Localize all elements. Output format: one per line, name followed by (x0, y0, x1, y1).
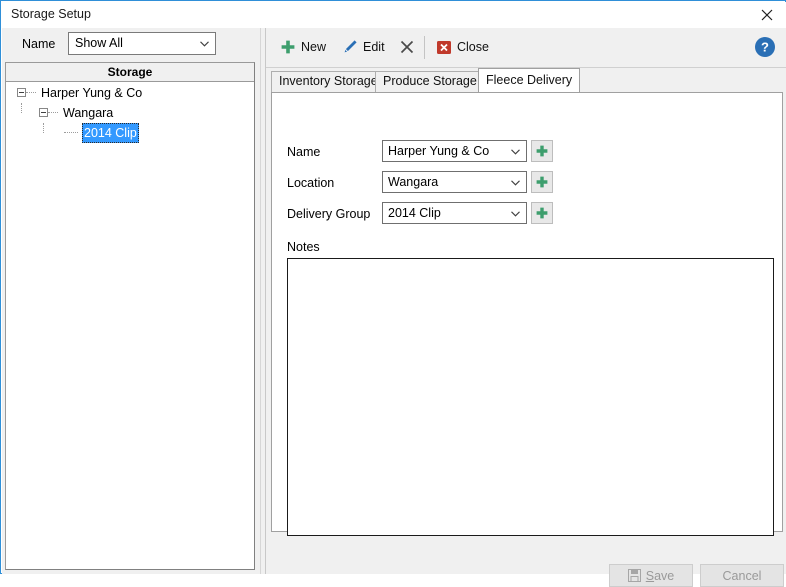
svg-text:?: ? (761, 40, 769, 55)
filter-label: Name (22, 37, 56, 51)
window-close-icon[interactable] (756, 5, 778, 25)
tab-inventory-storage[interactable]: Inventory Storage (271, 71, 386, 92)
storage-setup-window: Storage Setup Name Show All Storage Harp… (0, 0, 786, 587)
name-dropdown[interactable]: Harper Yung & Co (382, 140, 527, 162)
notes-input[interactable] (287, 258, 774, 536)
plus-icon (279, 38, 297, 56)
dialog-footer: Save Cancel (266, 533, 786, 587)
storage-tree-pane: Name Show All Storage Harper Yung & Co W… (2, 28, 260, 574)
filter-name-value: Show All (75, 36, 123, 50)
tree-connector-vertical (43, 123, 45, 133)
tree-node-label: Wangara (63, 106, 114, 120)
storage-tree: Storage Harper Yung & Co Wangara 2014 Cl… (5, 62, 255, 570)
new-button-label: New (301, 40, 327, 54)
minus-box-icon[interactable] (17, 88, 26, 97)
tree-node-company[interactable]: Harper Yung & Co (6, 83, 254, 103)
fleece-delivery-panel: Name Harper Yung & Co Location Wangara D… (271, 92, 783, 536)
storage-tree-body[interactable]: Harper Yung & Co Wangara 2014 Clip (6, 83, 254, 569)
storage-tree-header: Storage (6, 63, 254, 82)
close-button-label: Close (457, 40, 489, 54)
name-value: Harper Yung & Co (388, 144, 490, 158)
plus-icon (536, 207, 548, 219)
chevron-down-icon (200, 41, 209, 47)
tree-node-delivery-group[interactable]: 2014 Clip (6, 123, 254, 143)
cancel-button[interactable]: Cancel (700, 564, 784, 587)
add-delivery-group-button[interactable] (531, 202, 553, 224)
red-x-box-icon (435, 38, 453, 56)
location-dropdown[interactable]: Wangara (382, 171, 527, 193)
tab-produce-storage[interactable]: Produce Storage (375, 71, 485, 92)
detail-pane: New Edit Close ? Inventory Storage Produ… (266, 28, 786, 587)
chevron-down-icon (511, 149, 520, 155)
filter-row: Name Show All (2, 28, 260, 62)
location-value: Wangara (388, 175, 439, 189)
chevron-down-icon (511, 180, 520, 186)
help-circle-icon[interactable]: ? (754, 36, 776, 58)
x-cross-icon (398, 38, 416, 56)
chevron-down-icon (511, 211, 520, 217)
tree-connector (64, 132, 78, 134)
plus-icon (536, 176, 548, 188)
delivery-group-dropdown[interactable]: 2014 Clip (382, 202, 527, 224)
delivery-group-value: 2014 Clip (388, 206, 441, 220)
name-label: Name (287, 145, 321, 159)
delete-button[interactable] (393, 33, 425, 61)
filter-name-dropdown[interactable]: Show All (68, 32, 216, 55)
tree-connector (26, 92, 36, 94)
save-button[interactable]: Save (609, 564, 693, 587)
edit-button[interactable]: Edit (336, 33, 390, 61)
toolbar-separator (424, 36, 425, 59)
tree-connector (48, 112, 58, 114)
tree-node-label: Harper Yung & Co (41, 86, 143, 100)
tree-connector-vertical (21, 103, 23, 113)
plus-icon (536, 145, 548, 157)
pencil-icon (341, 38, 359, 56)
tree-node-location[interactable]: Wangara (6, 103, 254, 123)
minus-box-icon[interactable] (39, 108, 48, 117)
add-name-button[interactable] (531, 140, 553, 162)
window-title: Storage Setup (11, 7, 91, 21)
location-label: Location (287, 176, 335, 190)
tab-fleece-delivery[interactable]: Fleece Delivery (478, 68, 581, 92)
notes-label: Notes (287, 240, 320, 254)
delivery-group-label: Delivery Group (287, 207, 371, 221)
add-location-button[interactable] (531, 171, 553, 193)
close-button[interactable]: Close (430, 33, 494, 61)
new-button[interactable]: New (274, 33, 331, 61)
window-titlebar: Storage Setup (2, 2, 786, 28)
tree-node-label-selected: 2014 Clip (82, 123, 139, 143)
save-button-label: Save (645, 568, 675, 583)
edit-button-label: Edit (363, 40, 385, 54)
toolbar: New Edit Close ? (266, 28, 786, 68)
tabstrip: Inventory Storage Produce Storage Fleece… (271, 68, 783, 92)
floppy-disk-icon (627, 569, 641, 582)
